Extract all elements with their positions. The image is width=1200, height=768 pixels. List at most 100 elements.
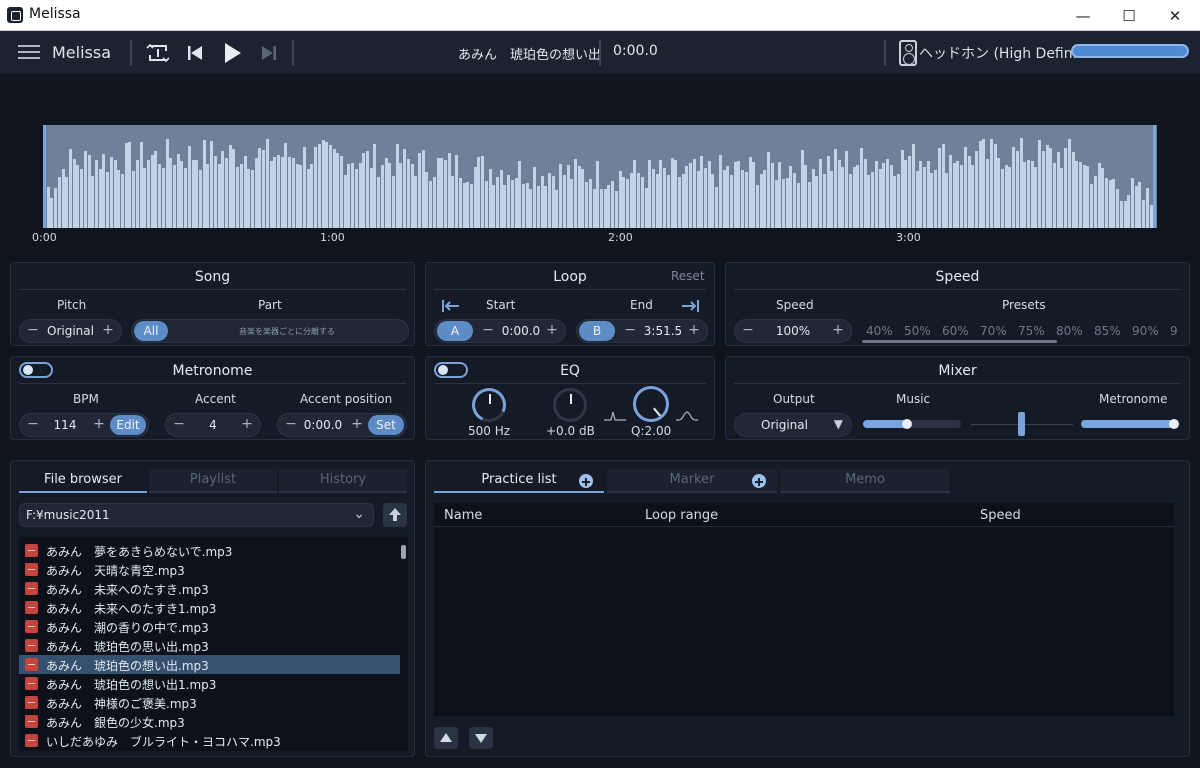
panel-divider [19, 383, 406, 384]
speed-value: 100% [775, 324, 811, 338]
presets-scrollbar[interactable] [862, 340, 1057, 343]
column-name[interactable]: Name [444, 508, 482, 523]
file-list-item[interactable]: あみん 琥珀色の思い出.mp3 [19, 636, 400, 655]
audio-file-icon [25, 715, 38, 728]
part-selector[interactable]: All 音楽を楽器ごとに分離する [131, 319, 409, 343]
add-marker-icon[interactable] [752, 474, 766, 488]
part-all-button[interactable]: All [134, 321, 168, 341]
loop-end-handle[interactable] [1153, 125, 1156, 228]
accent-increase-button[interactable]: + [238, 416, 256, 432]
move-up-button[interactable] [434, 727, 458, 749]
parent-folder-button[interactable] [383, 503, 407, 527]
skip-next-icon[interactable] [255, 39, 283, 67]
output-device-selector[interactable]: ヘッドホン (High Definit... [919, 43, 1095, 63]
balance-handle[interactable] [1018, 412, 1025, 436]
hamburger-menu-icon[interactable] [18, 45, 40, 60]
file-list-item[interactable]: あみん 銀色の少女.mp3 [19, 712, 400, 731]
loop-reset-button[interactable]: Reset [671, 269, 705, 283]
eq-panel: EQ 500 Hz +0.0 dB Q:2.00 [425, 356, 715, 440]
eq-gain-knob[interactable] [553, 388, 587, 422]
close-button[interactable]: ✕ [1152, 0, 1198, 31]
speed-preset-1[interactable]: 50% [904, 324, 931, 338]
maximize-button[interactable]: ☐ [1106, 0, 1152, 31]
file-list-item[interactable]: あみん 天晴な青空.mp3 [19, 560, 400, 579]
waveform-bar [1134, 185, 1138, 228]
loop-start-decrease-button[interactable]: − [479, 322, 497, 338]
jump-to-start-icon[interactable] [442, 298, 460, 312]
skip-previous-icon[interactable] [181, 39, 209, 67]
output-value: Original [761, 418, 808, 432]
accent-position-increase-button[interactable]: + [348, 416, 366, 432]
loop-end-stepper[interactable]: B − 3:51.5 + [576, 319, 708, 343]
speed-increase-button[interactable]: + [829, 322, 847, 338]
bpm-edit-button[interactable]: Edit [110, 415, 146, 435]
speed-preset-7[interactable]: 90% [1132, 324, 1159, 338]
waveform-bar [796, 183, 800, 228]
move-down-button[interactable] [469, 727, 493, 749]
pitch-increase-button[interactable]: + [99, 322, 117, 338]
accent-position-set-button[interactable]: Set [368, 415, 404, 435]
column-speed[interactable]: Speed [980, 508, 1021, 523]
loop-start-increase-button[interactable]: + [543, 322, 561, 338]
folder-path-dropdown[interactable]: F:¥music2011 ⌄ [19, 503, 374, 527]
file-list-item[interactable]: あみん 夢をあきらめないで.mp3 [19, 541, 400, 560]
speed-preset-2[interactable]: 60% [942, 324, 969, 338]
waveform-bar [574, 158, 577, 228]
file-list-item[interactable]: あみん 潮の香りの中で.mp3 [19, 617, 400, 636]
jump-to-end-icon[interactable] [681, 298, 699, 312]
waveform-bar [139, 141, 143, 228]
file-list-scrollbar[interactable] [401, 545, 406, 559]
set-point-a-button[interactable]: A [437, 321, 473, 341]
speed-stepper[interactable]: − 100% + [734, 319, 852, 343]
file-name: あみん 琥珀色の想い出1.mp3 [46, 678, 217, 692]
waveform-bar [46, 187, 50, 228]
file-list-item[interactable]: あみん 神様のご褒美.mp3 [19, 693, 400, 712]
speed-preset-4[interactable]: 75% [1018, 324, 1045, 338]
waveform-bar [1119, 200, 1123, 228]
loop-start-handle[interactable] [43, 125, 46, 228]
bpm-stepper[interactable]: − 114 + Edit [19, 413, 149, 437]
tab-playlist[interactable]: Playlist [149, 469, 277, 493]
column-loop-range[interactable]: Loop range [645, 508, 718, 523]
tab-file-browser[interactable]: File browser [19, 469, 147, 493]
set-point-b-button[interactable]: B [579, 321, 615, 341]
eq-frequency-knob[interactable] [467, 383, 511, 427]
accent-stepper[interactable]: − 4 + [165, 413, 261, 437]
practice-table-header: Name Loop range Speed [434, 503, 1174, 527]
eq-q-knob[interactable] [633, 386, 669, 422]
file-list-item[interactable]: あみん 未来へのたすき.mp3 [19, 579, 400, 598]
bpm-increase-button[interactable]: + [90, 416, 108, 432]
tab-marker-label: Marker [669, 472, 715, 487]
speed-preset-3[interactable]: 70% [980, 324, 1007, 338]
loop-toggle-icon[interactable] [144, 39, 172, 67]
volume-slider[interactable] [1071, 44, 1189, 58]
speed-preset-6[interactable]: 85% [1094, 324, 1121, 338]
minimize-button[interactable]: — [1060, 0, 1106, 31]
loop-end-decrease-button[interactable]: − [621, 322, 639, 338]
file-list-item[interactable]: いしだあゆみ ブルライト・ヨコハマ.mp3 [19, 731, 400, 750]
add-practice-item-icon[interactable] [579, 474, 593, 488]
file-list-item[interactable]: あみん 未来へのたすき1.mp3 [19, 598, 400, 617]
waveform-bar [269, 160, 273, 228]
waveform-bar [265, 138, 269, 228]
pitch-stepper[interactable]: − Original + [19, 319, 122, 343]
waveform-bar [169, 157, 173, 228]
metronome-volume-thumb[interactable] [1169, 419, 1180, 429]
loop-end-increase-button[interactable]: + [685, 322, 703, 338]
accent-position-stepper[interactable]: − 0:00.0 + Set [277, 413, 407, 437]
speed-preset-5[interactable]: 80% [1056, 324, 1083, 338]
waveform[interactable] [43, 125, 1157, 228]
speed-preset-0[interactable]: 40% [866, 324, 893, 338]
loop-start-stepper[interactable]: A − 0:00.0 + [434, 319, 566, 343]
speed-preset-8[interactable]: 9 [1170, 324, 1178, 338]
output-dropdown[interactable]: Original ▼ [734, 413, 852, 437]
tab-memo[interactable]: Memo [780, 469, 950, 493]
bpm-label: BPM [73, 392, 99, 406]
tab-history[interactable]: History [279, 469, 407, 493]
play-icon[interactable] [218, 39, 246, 67]
timeline-tick: 0:00 [32, 231, 57, 244]
file-list-item[interactable]: あみん 琥珀色の想い出.mp3 [19, 655, 400, 674]
file-list-item[interactable]: あみん 琥珀色の想い出1.mp3 [19, 674, 400, 693]
waveform-bar [878, 168, 882, 228]
waveform-bar [221, 150, 225, 228]
